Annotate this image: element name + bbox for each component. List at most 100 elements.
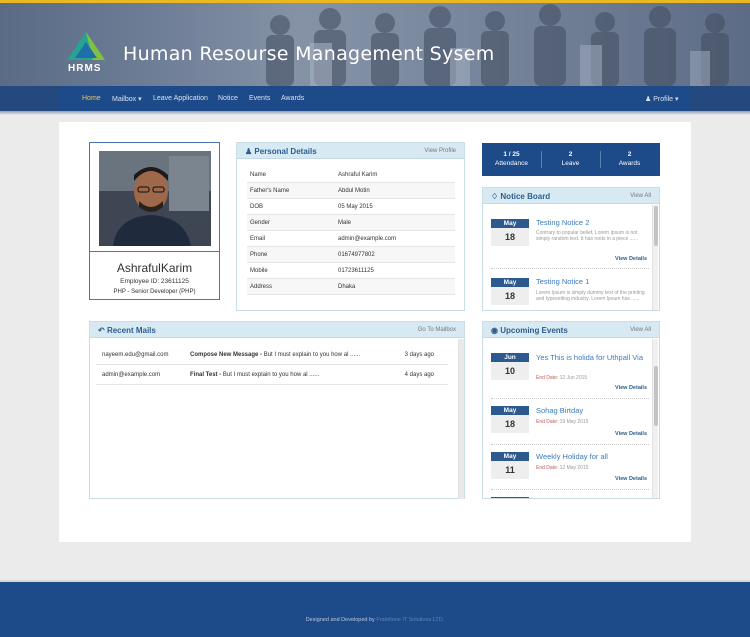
event-separator <box>491 489 649 490</box>
panel-title: ♢ Notice Board <box>491 192 550 201</box>
detail-value: Dhaka <box>338 284 356 290</box>
notice-title[interactable]: Testing Notice 2 <box>536 218 589 227</box>
event-date-badge-partial <box>491 497 529 498</box>
event-title[interactable]: Sohag Birtday <box>536 406 583 415</box>
mail-sender: admin@example.com <box>102 372 161 378</box>
event-end-date: End Date: 12 Jun 2015 <box>536 375 587 381</box>
header-shadow <box>0 111 750 115</box>
mails-scrollbar[interactable] <box>458 339 464 499</box>
view-profile-link[interactable]: View Profile <box>424 148 456 154</box>
event-separator <box>491 398 649 399</box>
detail-value: admin@example.com <box>338 236 397 242</box>
date-month: May <box>491 452 529 461</box>
nav-notice[interactable]: Notice <box>218 95 238 102</box>
footer-credit: Designed and Developed by Fratellone IT … <box>0 617 750 623</box>
detail-label: DOB <box>250 204 264 210</box>
mail-subject-title: Final Test - <box>190 372 222 378</box>
panel-title-label: Personal Details <box>254 147 317 156</box>
nav-profile[interactable]: ♟ Profile ▾ <box>645 95 679 103</box>
site-title[interactable]: Human Resourse Management Sysem <box>123 43 495 65</box>
stat-value: 2 <box>627 151 632 158</box>
nav-events[interactable]: Events <box>249 95 270 102</box>
date-day: 18 <box>491 287 529 305</box>
footer-company-link[interactable]: Fratellone IT Solutions LTD. <box>376 617 444 623</box>
reply-icon: ↶ <box>98 326 105 335</box>
detail-row-father: Father's Name Abdul Motin <box>247 183 455 199</box>
notice-view-details[interactable]: View Details <box>615 256 647 262</box>
profile-name: AshrafulKarim <box>116 261 193 275</box>
panel-title: ↶ Recent Mails <box>98 326 156 335</box>
notice-date-badge: May 18 <box>491 219 529 246</box>
notice-scrollbar[interactable] <box>652 205 658 310</box>
event-view-details[interactable]: View Details <box>615 476 647 482</box>
mail-sender: nayeem.edu@gmail.com <box>102 352 169 358</box>
events-scroll-thumb[interactable] <box>654 366 658 426</box>
profile-photo <box>99 151 211 246</box>
mail-row[interactable]: admin@example.com Final Test - But I mus… <box>96 366 448 385</box>
detail-value: 01674977802 <box>338 252 375 258</box>
event-title[interactable]: Yes This is holida for Uthpall Via <box>536 353 648 362</box>
panel-title: ♟ Personal Details <box>245 147 317 156</box>
stats-bar: 1 / 25 Attendance 2 Leave 2 Awards <box>482 143 660 176</box>
end-date-label: End Date: <box>536 375 559 381</box>
detail-row-address: Address Dhaka <box>247 279 455 295</box>
event-view-details[interactable]: View Details <box>615 431 647 437</box>
detail-label: Email <box>250 236 266 242</box>
navbar-inner: Home Mailbox ▾ Leave Application Notice … <box>60 86 690 111</box>
bell-icon: ♢ <box>491 192 499 201</box>
detail-value: Male <box>338 220 352 226</box>
detail-label: Name <box>250 172 267 178</box>
profile-divider <box>90 251 219 252</box>
stat-label: Leave <box>561 160 580 167</box>
event-title[interactable]: Weekly Holiday for all <box>536 452 608 461</box>
stat-leave[interactable]: 2 Leave <box>541 151 600 167</box>
notice-title[interactable]: Testing Notice 1 <box>536 277 589 286</box>
detail-row-dob: DOB 05 May 2015 <box>247 199 455 215</box>
detail-label: Mobile <box>250 268 268 274</box>
detail-value: Abdul Motin <box>338 188 370 194</box>
main-navbar: Home Mailbox ▾ Leave Application Notice … <box>0 86 750 111</box>
date-day: 18 <box>491 415 529 433</box>
nav-awards[interactable]: Awards <box>281 95 304 102</box>
date-month: May <box>491 219 529 228</box>
panel-header: ♟ Personal Details View Profile <box>237 143 464 159</box>
event-separator <box>491 444 649 445</box>
detail-row-gender: Gender Male <box>247 215 455 231</box>
mail-time: 3 days ago <box>404 352 434 358</box>
notice-excerpt: Contrary to popular belief, Lorem Ipsum … <box>536 230 638 242</box>
event-end-date: End Date: 19 May 2015 <box>536 419 589 425</box>
event-date-badge: May 18 <box>491 406 529 433</box>
panel-header: ↶ Recent Mails Go To Mailbox <box>90 322 464 338</box>
nav-home[interactable]: Home <box>82 95 101 102</box>
events-scrollbar[interactable] <box>652 339 658 498</box>
nav-mailbox[interactable]: Mailbox ▾ <box>112 95 142 103</box>
event-view-details[interactable]: View Details <box>615 385 647 391</box>
panel-title: ◉ Upcoming Events <box>491 326 568 335</box>
mail-row[interactable]: nayeem.edu@gmail.com Compose New Message… <box>96 346 448 365</box>
employee-role: PHP - Senior Developer (PHP) <box>113 289 196 295</box>
user-icon: ♟ <box>245 147 253 156</box>
events-view-all-link[interactable]: View All <box>630 327 651 333</box>
binoculars-icon: ◉ <box>491 326 498 335</box>
detail-row-email: Email admin@example.com <box>247 231 455 247</box>
event-date-badge: Jun 10 <box>491 353 529 380</box>
end-date-value: 19 May 2015 <box>559 419 589 425</box>
notice-view-all-link[interactable]: View All <box>630 193 651 199</box>
stat-awards[interactable]: 2 Awards <box>600 151 659 167</box>
date-day: 11 <box>491 461 529 479</box>
stat-attendance[interactable]: 1 / 25 Attendance <box>482 151 541 167</box>
go-to-mailbox-link[interactable]: Go To Mailbox <box>418 327 456 333</box>
site-footer: Designed and Developed by Fratellone IT … <box>0 580 750 637</box>
employee-id: Employee ID: 23611125 <box>120 278 189 285</box>
date-day: 10 <box>491 362 529 380</box>
panel-header: ◉ Upcoming Events View All <box>483 322 659 338</box>
panel-title-label: Upcoming Events <box>500 326 568 335</box>
nav-leave-application[interactable]: Leave Application <box>153 95 208 102</box>
detail-label: Father's Name <box>250 188 290 194</box>
notice-scroll-thumb[interactable] <box>654 206 658 246</box>
mail-subject-title: Compose New Message - <box>190 352 263 358</box>
event-end-date: End Date: 12 May 2015 <box>536 465 589 471</box>
avatar <box>99 151 211 246</box>
mail-preview: But I must explain to you how al ...... <box>222 372 320 378</box>
notice-excerpt: Lorem Ipsum is simply dummy text of the … <box>536 290 645 302</box>
